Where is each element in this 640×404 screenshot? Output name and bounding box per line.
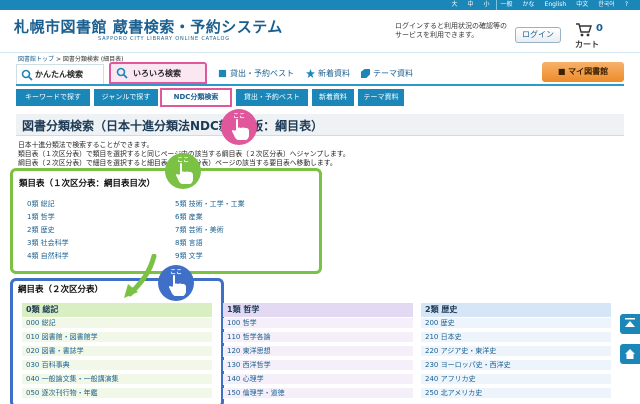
help-icon[interactable]: ?	[621, 0, 632, 10]
class2-row[interactable]: 030 百科事典	[22, 360, 212, 371]
class2-column-head[interactable]: 1類 哲学	[223, 303, 413, 317]
utility-bar: 大 中 小 一般 かな English 中文 한국어 ?	[0, 0, 640, 10]
callout-blue: ここ	[158, 265, 194, 301]
subnav-new[interactable]: 新着資料	[312, 89, 354, 106]
hand-pointer-icon	[232, 119, 249, 140]
class2-row[interactable]: 000 総記	[22, 318, 212, 329]
class1-item[interactable]: 0類 総記	[27, 199, 55, 209]
class2-row[interactable]: 240 アフリカ史	[421, 374, 611, 385]
class2-row[interactable]: 100 哲学	[223, 318, 413, 329]
hand-pointer-icon	[169, 275, 186, 296]
class1-item[interactable]: 1類 哲学	[27, 212, 55, 222]
font-size-medium[interactable]: 中	[464, 0, 478, 10]
font-size-small[interactable]: 小	[480, 0, 494, 10]
class1-item[interactable]: 8類 言語	[175, 238, 203, 248]
cart-button[interactable]: 0 カート	[570, 23, 620, 51]
class1-item[interactable]: 4類 自然科学	[27, 251, 69, 261]
page-title: 図書分類検索（日本十進分類法NDC新訂9版：綱目表）	[22, 119, 324, 133]
magnifier-icon	[21, 69, 33, 81]
tab-various-search[interactable]: いろいろ検索	[109, 62, 207, 84]
class2-column-1: 1類 哲学 100 哲学 110 哲学各論 120 東洋思想 130 西洋哲学 …	[223, 303, 413, 404]
class2-row[interactable]: 210 日本史	[421, 332, 611, 343]
star-icon	[306, 69, 315, 78]
page-title-bar: 図書分類検索（日本十進分類法NDC新訂9版：綱目表）	[16, 114, 624, 136]
tab-mylib-label: マイ図書館	[568, 67, 609, 76]
subnav-genre[interactable]: ジャンルで探す	[94, 89, 158, 106]
lang-english[interactable]: English	[541, 0, 571, 10]
login-message: ログインすると利用状況の確認等の サービスを利用できます。	[395, 22, 507, 39]
utility-links: 大 中 小 一般 かな English 中文 한국어 ?	[447, 0, 632, 10]
class1-item[interactable]: 9類 文学	[175, 251, 203, 261]
arrow-down-icon	[124, 254, 157, 298]
class2-row[interactable]: 150 倫理学・道徳	[223, 388, 413, 399]
class2-row[interactable]: 110 哲学各論	[223, 332, 413, 343]
class2-row[interactable]: 140 心理学	[223, 374, 413, 385]
class2-row[interactable]: 200 歴史	[421, 318, 611, 329]
main-tabs: かんたん検索 いろいろ検索 貸出・予約ベスト 新着資料 テーマ資料 ■ マイ図書…	[16, 62, 624, 86]
lang-chinese[interactable]: 中文	[572, 0, 592, 10]
class2-title: 綱目表（２次区分表）	[18, 285, 104, 295]
tab-theme-label: テーマ資料	[373, 69, 413, 78]
magnifier-icon	[116, 67, 128, 79]
class2-row[interactable]: 130 西洋哲学	[223, 360, 413, 371]
class1-title: 類目表（１次区分表：綱目表目次）	[19, 179, 156, 189]
class2-row[interactable]: 040 一般論文集・一般講演集	[22, 374, 212, 385]
class1-item[interactable]: 6類 産業	[175, 212, 203, 222]
class2-row[interactable]: 250 北アメリカ史	[421, 388, 611, 399]
cart-icon	[576, 23, 592, 37]
class2-row[interactable]: 220 アジア史・東洋史	[421, 346, 611, 357]
site-header: 札幌市図書館 蔵書検索・予約システム SAPPORO CITY LIBRARY …	[0, 10, 640, 53]
tab-best-ranking[interactable]: 貸出・予約ベスト	[216, 64, 294, 84]
class2-column-head[interactable]: 2類 歴史	[421, 303, 611, 317]
tab-my-library[interactable]: ■ マイ図書館	[542, 62, 624, 82]
class2-row[interactable]: 010 図書館・図書館学	[22, 332, 212, 343]
subnav-theme[interactable]: テーマ資料	[358, 89, 404, 106]
class2-column-head[interactable]: 0類 総記	[22, 303, 212, 317]
callout-green: ここ	[165, 153, 201, 189]
class2-row[interactable]: 020 図書・書誌学	[22, 346, 212, 357]
lang-korean[interactable]: 한국어	[594, 0, 619, 10]
tab-new-label: 新着資料	[318, 69, 350, 78]
class2-row[interactable]: 120 東洋思想	[223, 346, 413, 357]
class1-item[interactable]: 3類 社会科学	[27, 238, 69, 248]
home-icon	[625, 349, 635, 359]
book-icon	[218, 69, 227, 78]
tab-best-label: 貸出・予約ベスト	[230, 69, 295, 78]
font-size-large[interactable]: 大	[447, 0, 461, 10]
class1-item[interactable]: 2類 歴史	[27, 225, 55, 235]
class1-item[interactable]: 7類 芸術・美術	[175, 225, 224, 235]
tag-icon	[361, 69, 370, 78]
callout-pink: ここ	[221, 109, 257, 145]
class1-item[interactable]: 5類 技術・工学・工業	[175, 199, 245, 209]
class2-column-0: 0類 総記 000 総記 010 図書館・図書館学 020 図書・書誌学 030…	[22, 303, 212, 404]
class2-row[interactable]: 230 ヨーロッパ史・西洋史	[421, 360, 611, 371]
hand-pointer-icon	[176, 163, 193, 184]
site-logo-subtitle: SAPPORO CITY LIBRARY ONLINE CATALOG	[98, 36, 230, 42]
cart-count: 0	[596, 23, 603, 34]
to-top-icon	[625, 318, 635, 327]
tab-new-arrivals[interactable]: 新着資料	[304, 64, 350, 84]
tab-simple-label: かんたん検索	[35, 70, 83, 79]
site-logo[interactable]: 札幌市図書館 蔵書検索・予約システム	[14, 16, 283, 37]
class2-row[interactable]: 050 逐次刊行物・年鑑	[22, 388, 212, 399]
login-button[interactable]: ログイン	[515, 27, 561, 43]
home-button[interactable]	[620, 344, 640, 364]
class1-table: 類目表（１次区分表：綱目表目次） 0類 総記 1類 哲学 2類 歴史 3類 社会…	[10, 168, 322, 274]
tab-various-label: いろいろ検索	[133, 69, 181, 78]
tab-theme-materials[interactable]: テーマ資料	[359, 64, 413, 84]
lang-general[interactable]: 一般	[495, 0, 517, 10]
lang-kana[interactable]: かな	[519, 0, 539, 10]
subnav-best[interactable]: 貸出・予約ベスト	[236, 89, 308, 106]
tab-simple-search[interactable]: かんたん検索	[16, 64, 104, 84]
class2-column-2: 2類 歴史 200 歴史 210 日本史 220 アジア史・東洋史 230 ヨー…	[421, 303, 611, 404]
description-line: 日本十進分類法で検索することができます。	[18, 141, 154, 149]
cart-label: カート	[575, 40, 599, 49]
bag-icon: ■	[557, 67, 569, 76]
scroll-to-top-button[interactable]	[620, 314, 640, 334]
subnav-keyword[interactable]: キーワードで探す	[16, 89, 90, 106]
subnav-ndc[interactable]: NDC分類検索	[160, 88, 232, 107]
